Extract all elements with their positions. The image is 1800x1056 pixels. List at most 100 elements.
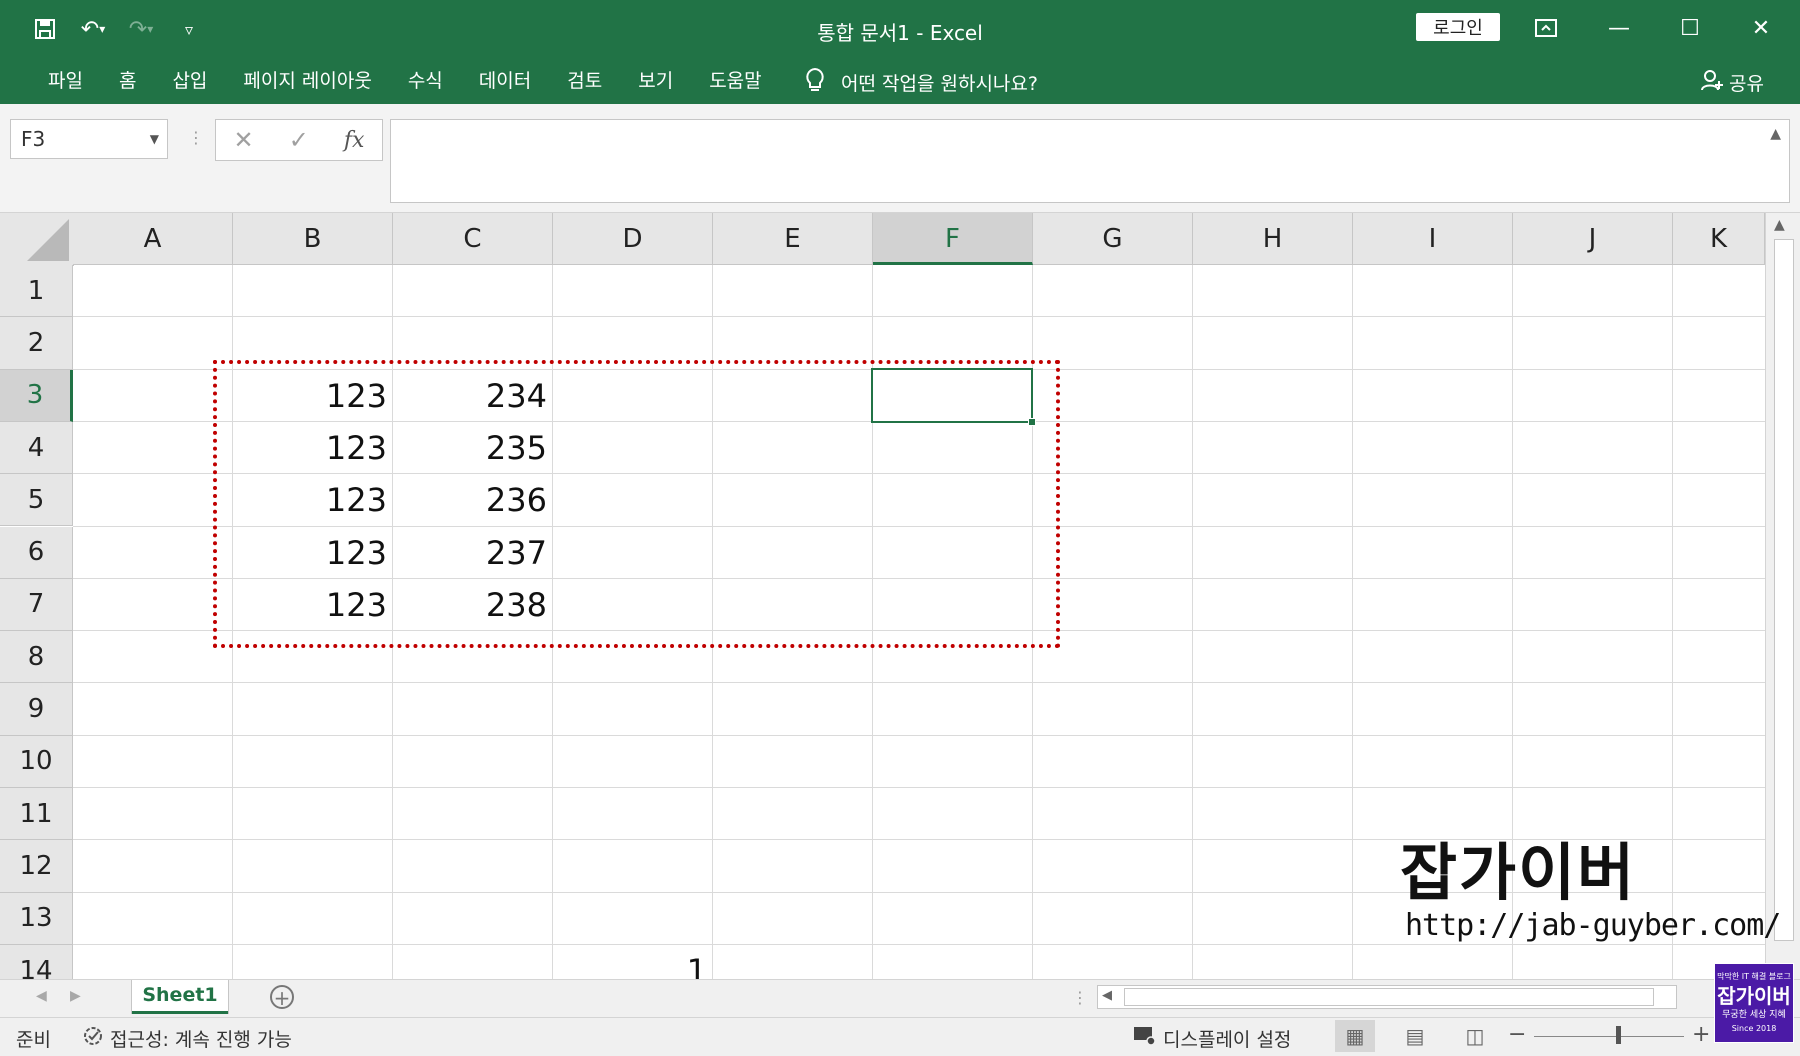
- column-header-g[interactable]: G: [1033, 213, 1193, 265]
- enter-icon[interactable]: ✓: [289, 126, 309, 154]
- accessibility-icon: [82, 1025, 104, 1052]
- row-header-5[interactable]: 5: [0, 474, 73, 527]
- tab-formulas[interactable]: 수식: [390, 67, 461, 95]
- column-header-j[interactable]: J: [1513, 213, 1673, 265]
- tab-help[interactable]: 도움말: [691, 67, 779, 95]
- display-settings[interactable]: 디스플레이 설정: [1133, 1025, 1291, 1052]
- gridline-vertical: [1672, 265, 1673, 979]
- row-header-14[interactable]: 14: [0, 944, 73, 979]
- collapse-formula-bar-icon[interactable]: ▲: [1770, 126, 1781, 142]
- row-header-1[interactable]: 1: [0, 265, 73, 318]
- row-header-10[interactable]: 10: [0, 735, 73, 788]
- column-header-b[interactable]: B: [233, 213, 393, 265]
- badge-since: Since 2018: [1731, 1024, 1777, 1033]
- formula-input[interactable]: ▲: [390, 119, 1790, 203]
- column-header-a[interactable]: A: [73, 213, 233, 265]
- tab-view[interactable]: 보기: [620, 67, 691, 95]
- resize-handle-icon[interactable]: ⋮: [188, 128, 204, 147]
- minimize-icon[interactable]: —: [1599, 10, 1639, 46]
- badge-top-text: 막막한 IT 해결 블로그: [1717, 972, 1791, 981]
- cancel-icon[interactable]: ✕: [234, 126, 254, 154]
- name-box-value: F3: [21, 127, 46, 151]
- column-header-i[interactable]: I: [1353, 213, 1513, 265]
- status-ready: 준비: [16, 1029, 51, 1051]
- row-header-11[interactable]: 11: [0, 788, 73, 841]
- active-cell-F3[interactable]: [871, 368, 1036, 426]
- select-all-button[interactable]: [0, 213, 74, 266]
- column-header-d[interactable]: D: [553, 213, 713, 265]
- horizontal-scrollbar[interactable]: ◀: [1097, 985, 1677, 1009]
- cell-d14[interactable]: 1: [553, 945, 713, 979]
- watermark-url: http://jab-guyber.com/: [1405, 908, 1781, 943]
- row-header-2[interactable]: 2: [0, 317, 73, 370]
- sheet-tabs-bar: ◀ ▶ Sheet1 + ⋮ ◀: [0, 979, 1800, 1017]
- row-header-8[interactable]: 8: [0, 631, 73, 684]
- tab-data[interactable]: 데이터: [461, 67, 549, 95]
- gridline-vertical: [1192, 265, 1193, 979]
- row-header-9[interactable]: 9: [0, 683, 73, 736]
- gridline-horizontal: [73, 682, 1765, 684]
- tab-review[interactable]: 검토: [549, 67, 620, 95]
- person-icon: [1701, 69, 1724, 96]
- share-label: 공유: [1729, 73, 1764, 95]
- page-break-view-icon[interactable]: ◫: [1455, 1020, 1495, 1052]
- insert-function-icon[interactable]: fx: [344, 128, 365, 153]
- badge-brand: 잡가이버: [1717, 984, 1791, 1008]
- sheet-tab-sheet1[interactable]: Sheet1: [132, 980, 228, 1014]
- row-header-6[interactable]: 6: [0, 526, 73, 579]
- accessibility-status[interactable]: 접근성: 계속 진행 가능: [82, 1025, 292, 1052]
- column-header-k[interactable]: K: [1673, 213, 1765, 265]
- gridline-vertical: [1352, 265, 1353, 979]
- vertical-scroll-thumb[interactable]: [1774, 239, 1794, 941]
- row-header-12[interactable]: 12: [0, 840, 73, 893]
- gridline-horizontal: [73, 316, 1765, 318]
- name-box[interactable]: F3 ▼: [10, 119, 168, 159]
- status-bar: 준비 접근성: 계속 진행 가능 디스플레이 설정 ▦ ▤ ◫ − +: [0, 1017, 1800, 1056]
- tell-me-text: 어떤 작업을 원하시나요?: [841, 73, 1038, 95]
- row-header-7[interactable]: 7: [0, 578, 73, 632]
- column-header-h[interactable]: H: [1193, 213, 1353, 265]
- scroll-left-icon[interactable]: ◀: [1102, 988, 1112, 1003]
- zoom-knob[interactable]: [1616, 1026, 1621, 1044]
- gridline-horizontal: [73, 943, 1765, 945]
- scroll-up-icon[interactable]: ▲: [1774, 217, 1785, 233]
- lightbulb-icon: [805, 67, 825, 98]
- watermark-title: 잡가이버: [1400, 836, 1637, 909]
- tab-insert[interactable]: 삽입: [154, 67, 225, 95]
- horizontal-scroll-thumb[interactable]: [1124, 988, 1654, 1006]
- split-handle-icon[interactable]: ⋮: [1072, 988, 1088, 1007]
- zoom-out-icon[interactable]: −: [1508, 1022, 1526, 1047]
- title-bar: ↶ ▾ ↷ ▾ ▿ 통합 문서1 - Excel 로그인 — ☐ ✕: [0, 0, 1800, 57]
- accessibility-label: 접근성: 계속 진행 가능: [110, 1029, 292, 1051]
- page-layout-view-icon[interactable]: ▤: [1395, 1020, 1435, 1052]
- maximize-icon[interactable]: ☐: [1670, 10, 1710, 46]
- column-header-e[interactable]: E: [713, 213, 873, 265]
- ribbon-tabs: 파일 홈 삽입 페이지 레이아웃 수식 데이터 검토 보기 도움말 어떤 작업을…: [0, 57, 1800, 104]
- zoom-in-icon[interactable]: +: [1692, 1022, 1710, 1047]
- row-header-13[interactable]: 13: [0, 892, 73, 945]
- tab-page-layout[interactable]: 페이지 레이아웃: [225, 67, 389, 95]
- sheet-prev-icon[interactable]: ◀: [36, 988, 47, 1004]
- share-button[interactable]: 공유: [1701, 69, 1764, 96]
- ribbon-display-options-icon[interactable]: [1526, 10, 1566, 46]
- close-icon[interactable]: ✕: [1741, 10, 1781, 46]
- sheet-next-icon[interactable]: ▶: [70, 988, 81, 1004]
- tell-me-box[interactable]: 어떤 작업을 원하시나요?: [805, 67, 1038, 98]
- row-header-3[interactable]: 3: [0, 369, 73, 422]
- add-sheet-icon[interactable]: +: [270, 985, 294, 1009]
- zoom-track[interactable]: [1534, 1036, 1684, 1037]
- tab-file[interactable]: 파일: [30, 67, 101, 95]
- chevron-down-icon[interactable]: ▼: [150, 132, 159, 146]
- vertical-scrollbar[interactable]: ▲: [1765, 213, 1800, 979]
- zoom-slider[interactable]: − +: [1508, 1022, 1710, 1048]
- gridline-horizontal: [73, 787, 1765, 788]
- login-button[interactable]: 로그인: [1416, 13, 1500, 41]
- blog-badge: 막막한 IT 해결 블로그 잡가이버 무궁한 세상 지혜 Since 2018: [1714, 963, 1794, 1043]
- row-header-4[interactable]: 4: [0, 421, 73, 475]
- column-header-f[interactable]: F: [873, 213, 1033, 265]
- column-header-c[interactable]: C: [393, 213, 553, 265]
- normal-view-icon[interactable]: ▦: [1335, 1020, 1375, 1052]
- tab-home[interactable]: 홈: [101, 67, 154, 95]
- fill-handle[interactable]: [1028, 418, 1036, 426]
- badge-bottom-text: 무궁한 세상 지혜: [1722, 1010, 1786, 1020]
